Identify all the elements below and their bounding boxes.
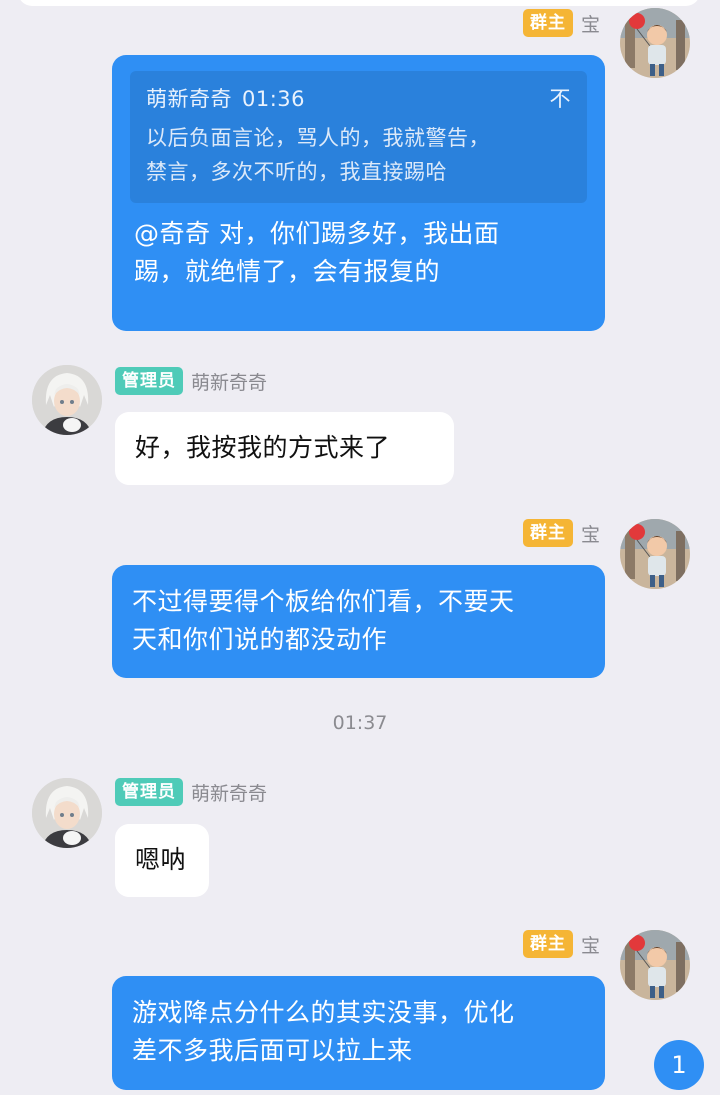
message-line: 差不多我后面可以拉上来	[132, 1036, 413, 1065]
sender-row: 群主 宝	[420, 929, 600, 959]
message-line: 踢，就绝情了，会有报复的	[134, 257, 441, 286]
admin-badge: 管理员	[115, 367, 183, 395]
admin-badge: 管理员	[115, 778, 183, 806]
sender-row: 管理员 萌新奇奇	[115, 366, 375, 396]
message-bubble[interactable]: 嗯呐	[115, 824, 209, 897]
sender-name[interactable]: 宝	[581, 520, 600, 547]
quote-header: 萌新奇奇 01:36 不	[146, 83, 571, 115]
message-line: 不过得要得个板给你们看，不要天	[132, 587, 515, 616]
sender-name[interactable]: 萌新奇奇	[191, 779, 267, 806]
message-text: @奇奇 对，你们踢多好，我出面 踢，就绝情了，会有报复的	[132, 215, 585, 291]
sender-row: 群主 宝	[420, 518, 600, 548]
message-line: 天和你们说的都没动作	[132, 625, 388, 654]
admin-avatar[interactable]	[32, 778, 102, 848]
message-bubble[interactable]: 不过得要得个板给你们看，不要天 天和你们说的都没动作	[112, 565, 605, 678]
message-bubble[interactable]: 游戏降点分什么的其实没事，优化 差不多我后面可以拉上来	[112, 976, 605, 1090]
unread-count-badge[interactable]: 1	[654, 1040, 704, 1090]
message-line: 游戏降点分什么的其实没事，优化	[132, 998, 515, 1027]
sender-row: 群主 宝	[420, 8, 600, 38]
message-line: @奇奇 对，你们踢多好，我出面	[134, 219, 500, 248]
owner-badge: 群主	[522, 9, 573, 37]
sender-row: 管理员 萌新奇奇	[115, 777, 375, 807]
quote-line: 禁言，多次不听的，我直接踢哈	[146, 160, 447, 184]
owner-badge: 群主	[522, 519, 573, 547]
quote-text: 以后负面言论，骂人的，我就警告， 禁言，多次不听的，我直接踢哈	[146, 121, 571, 189]
quoted-message[interactable]: 萌新奇奇 01:36 不 以后负面言论，骂人的，我就警告， 禁言，多次不听的，我…	[130, 71, 587, 203]
time-separator: 01:37	[332, 712, 388, 734]
message-bubble[interactable]: 好，我按我的方式来了	[115, 412, 454, 485]
owner-avatar[interactable]	[620, 519, 690, 589]
quote-line: 以后负面言论，骂人的，我就警告，	[146, 126, 490, 150]
sender-name[interactable]: 宝	[581, 931, 600, 958]
message-line: 嗯呐	[135, 845, 187, 874]
owner-avatar[interactable]	[620, 930, 690, 1000]
admin-avatar[interactable]	[32, 365, 102, 435]
owner-avatar[interactable]	[620, 8, 690, 78]
sender-name[interactable]: 萌新奇奇	[191, 368, 267, 395]
sender-name[interactable]: 宝	[581, 10, 600, 37]
quote-author: 萌新奇奇	[146, 87, 232, 111]
message-line: 好，我按我的方式来了	[135, 433, 391, 462]
previous-message-card	[18, 0, 700, 6]
quote-time: 01:36	[242, 87, 306, 111]
message-bubble[interactable]: 萌新奇奇 01:36 不 以后负面言论，骂人的，我就警告， 禁言，多次不听的，我…	[112, 55, 605, 331]
owner-badge: 群主	[522, 930, 573, 958]
quote-truncated-text: 不	[549, 87, 571, 111]
